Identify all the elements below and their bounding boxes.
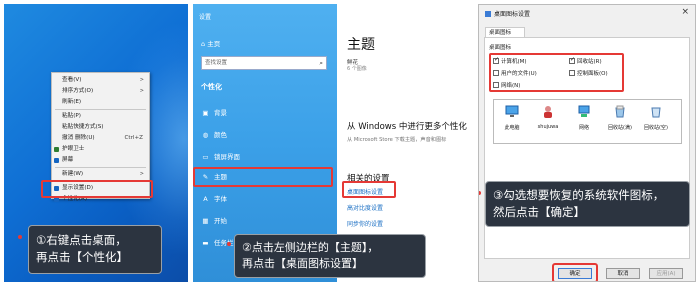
monitor-icon xyxy=(54,158,59,163)
sidebar-item-label: 锁屏界面 xyxy=(214,153,240,161)
recycle-bin-full-icon xyxy=(615,105,625,118)
group-label: 桌面图标 xyxy=(489,45,512,51)
sidebar-item[interactable]: ▦ 开始 xyxy=(201,214,227,228)
page-title: 主题 xyxy=(347,37,375,53)
context-menu-item[interactable]: 排序方式(O) > xyxy=(52,86,149,97)
highlight-theme-nav xyxy=(193,167,333,187)
shortcut-label: Ctrl+Z xyxy=(124,135,143,141)
dialog-title: 桌面图标设置 xyxy=(485,9,530,18)
search-icon: ⌕ xyxy=(319,59,323,67)
sidebar-item-label: 背景 xyxy=(214,109,227,117)
font-icon: A xyxy=(203,195,208,203)
preview-network[interactable]: 网络 xyxy=(570,105,598,131)
sidebar-item-label: 开始 xyxy=(214,217,227,225)
computer-icon xyxy=(505,105,519,117)
step1-line2: 再点击【个性化】 xyxy=(36,250,128,264)
menu-item-label: 护眼卫士 xyxy=(62,146,85,152)
highlight-checkboxes xyxy=(489,53,624,92)
step3-callout: ③勾选想要恢复的系统软件图标， 然后点击【确定】 xyxy=(485,181,690,227)
step3-line1: ③勾选想要恢复的系统软件图标， xyxy=(493,188,665,202)
callout-marker xyxy=(18,235,22,239)
menu-separator xyxy=(55,167,146,168)
highlight-ok-button xyxy=(552,263,598,281)
submenu-arrow-icon: > xyxy=(139,88,144,94)
callout-marker xyxy=(227,242,231,246)
preview-label: 回收站(满) xyxy=(608,125,632,131)
preview-computer[interactable]: 此电脑 xyxy=(498,105,526,131)
close-icon[interactable]: × xyxy=(681,7,689,17)
context-menu-item[interactable]: 粘贴快捷方式(S) xyxy=(52,122,149,133)
recycle-bin-empty-icon xyxy=(651,107,661,118)
store-description: 从 Microsoft Store 下载主题，声音和图标 xyxy=(347,137,447,143)
preview-user-folder[interactable]: shujuwa xyxy=(534,105,562,130)
menu-item-label: 排序方式(O) xyxy=(62,88,94,94)
preview-label: 网络 xyxy=(578,125,589,131)
callout-marker xyxy=(479,191,481,195)
palette-icon: ◍ xyxy=(202,131,209,139)
taskbar-icon: ▬ xyxy=(202,239,209,247)
sidebar-item[interactable]: ▣ 背景 xyxy=(201,106,227,120)
search-placeholder: 查找设置 xyxy=(205,60,228,66)
step2-line2: 再点击【桌面图标设置】 xyxy=(242,257,363,270)
store-heading: 从 Windows 中进行更多个性化 xyxy=(347,122,467,132)
step1-callout: ①右键点击桌面， 再点击【个性化】 xyxy=(28,225,162,274)
theme-count: 6 个图像 xyxy=(347,66,367,72)
dialog-app-icon xyxy=(485,11,491,17)
menu-item-label: 屏幕 xyxy=(62,157,74,163)
shield-icon xyxy=(54,147,59,152)
settings-window: 设置 ⌂ 主页 查找设置 ⌕ 个性化 ▣ 背景 ◍ 颜色 ▭ 锁屏界面 ✎ 主题 A 字体 ▦ 开始 ▬… xyxy=(193,4,473,282)
preview-recycle-full[interactable]: 回收站(满) xyxy=(606,105,634,131)
context-menu-item[interactable]: 新建(W) > xyxy=(52,169,149,180)
sidebar-item[interactable]: ▭ 锁屏界面 xyxy=(201,150,240,164)
sidebar-item-label: 颜色 xyxy=(214,131,227,139)
preview-label: 回收站(空) xyxy=(644,125,668,131)
link-high-contrast[interactable]: 高对比度设置 xyxy=(347,203,383,212)
preview-label: shujuwa xyxy=(537,124,559,130)
link-sync-settings[interactable]: 同步你的设置 xyxy=(347,219,383,228)
preview-recycle-empty[interactable]: 回收站(空) xyxy=(642,105,670,131)
menu-item-label: 新建(W) xyxy=(62,171,84,177)
context-menu-item[interactable]: 屏幕 xyxy=(52,155,149,166)
sidebar-item[interactable]: A 字体 xyxy=(201,192,227,206)
menu-separator xyxy=(55,109,146,110)
window-title: 设置 xyxy=(199,14,212,21)
highlight-personalize xyxy=(41,180,153,198)
menu-item-label: 撤消 删除(U) xyxy=(62,135,95,141)
section-title: 个性化 xyxy=(201,83,222,91)
submenu-arrow-icon: > xyxy=(139,171,144,177)
cancel-button[interactable]: 取消 xyxy=(606,268,640,279)
sidebar-item-label: 字体 xyxy=(214,195,227,203)
desktop-panel: 查看(V) > 排序方式(O) > 刷新(E) 粘贴(P) 粘贴快捷方式(S) 撤消 删除(U… xyxy=(4,4,188,282)
apply-button[interactable]: 应用(A) xyxy=(649,268,683,279)
sidebar-item[interactable]: ◍ 颜色 xyxy=(201,128,227,142)
home-label: 主页 xyxy=(207,40,221,48)
menu-item-label: 粘贴(P) xyxy=(62,113,81,119)
dialog-title-text: 桌面图标设置 xyxy=(494,11,531,18)
desktop-icon-settings-dialog: 桌面图标设置 × 桌面图标 桌面图标 计算机(M) 回收站(R) 用户的文件(U… xyxy=(478,4,696,282)
menu-item-label: 查看(V) xyxy=(62,77,82,83)
context-menu-item[interactable]: 查看(V) > xyxy=(52,75,149,86)
step3-line2: 然后点击【确定】 xyxy=(493,205,585,219)
context-menu-item[interactable]: 撤消 删除(U) Ctrl+Z xyxy=(52,133,149,144)
step2-line1: ②点击左侧边栏的【主题】， xyxy=(242,241,379,254)
user-folder-icon xyxy=(544,106,552,118)
lock-screen-icon: ▭ xyxy=(202,153,209,161)
context-menu-item[interactable]: 刷新(E) xyxy=(52,97,149,108)
menu-item-label: 粘贴快捷方式(S) xyxy=(62,124,104,130)
preview-label: 此电脑 xyxy=(504,125,520,131)
search-input[interactable]: 查找设置 ⌕ xyxy=(201,56,327,70)
context-menu-item[interactable]: 护眼卫士 xyxy=(52,144,149,155)
highlight-desktop-icon-link xyxy=(342,181,396,198)
submenu-arrow-icon: > xyxy=(139,77,144,83)
image-icon: ▣ xyxy=(202,109,209,117)
step1-line1: ①右键点击桌面， xyxy=(36,233,127,247)
sidebar-home[interactable]: ⌂ 主页 xyxy=(201,38,220,48)
step2-callout: ②点击左侧边栏的【主题】， 再点击【桌面图标设置】 xyxy=(234,234,426,278)
context-menu-item[interactable]: 粘贴(P) xyxy=(52,111,149,122)
menu-item-label: 刷新(E) xyxy=(62,99,82,105)
network-icon xyxy=(578,105,590,117)
icon-preview-list: 此电脑 shujuwa 网络 回收站(满) 回收站(空) xyxy=(493,99,682,144)
start-icon: ▦ xyxy=(202,217,209,225)
